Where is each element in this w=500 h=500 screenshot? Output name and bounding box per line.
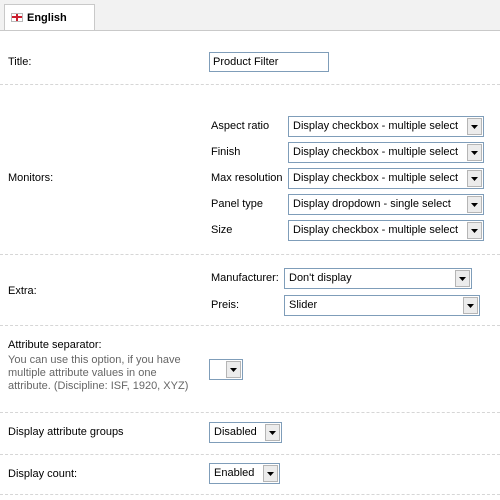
display-attribute-groups-select[interactable]: Disabled: [209, 422, 282, 443]
preis-select[interactable]: Slider: [284, 295, 480, 316]
size-select[interactable]: Display checkbox - multiple select: [288, 220, 484, 241]
divider: [0, 254, 500, 255]
finish-select[interactable]: Display checkbox - multiple select: [288, 142, 484, 163]
divider: [0, 494, 500, 495]
attribute-separator-label: Attribute separator:: [8, 339, 102, 351]
max-resolution-value: Display checkbox - multiple select: [293, 172, 459, 184]
chevron-down-icon[interactable]: [265, 424, 280, 441]
preis-label: Preis:: [211, 299, 240, 311]
aspect-ratio-select[interactable]: Display checkbox - multiple select: [288, 116, 484, 137]
size-label: Size: [211, 224, 233, 236]
divider: [0, 325, 500, 326]
panel-type-label: Panel type: [211, 198, 263, 210]
monitors-label: Monitors:: [8, 172, 54, 184]
tab-english-label: English: [27, 11, 67, 24]
chevron-down-icon[interactable]: [467, 196, 482, 213]
display-count-select[interactable]: Enabled: [209, 463, 280, 484]
size-value: Display checkbox - multiple select: [293, 224, 459, 236]
finish-value: Display checkbox - multiple select: [293, 146, 459, 158]
divider: [0, 84, 500, 85]
divider: [0, 412, 500, 413]
manufacturer-label: Manufacturer:: [211, 272, 279, 284]
english-flag-icon: [11, 13, 23, 22]
chevron-down-icon[interactable]: [467, 222, 482, 239]
preis-value: Slider: [289, 299, 318, 311]
max-resolution-select[interactable]: Display checkbox - multiple select: [288, 168, 484, 189]
panel-type-value: Display dropdown - single select: [293, 198, 451, 210]
attribute-separator-select[interactable]: [209, 359, 243, 380]
manufacturer-select[interactable]: Don't display: [284, 268, 472, 289]
aspect-ratio-label: Aspect ratio: [211, 120, 270, 132]
tab-english[interactable]: English: [4, 4, 95, 30]
chevron-down-icon[interactable]: [455, 270, 470, 287]
panel-type-select[interactable]: Display dropdown - single select: [288, 194, 484, 215]
display-count-value: Enabled: [214, 467, 255, 479]
attribute-separator-help: You can use this option, if you have mul…: [8, 354, 189, 392]
chevron-down-icon[interactable]: [226, 361, 241, 378]
aspect-ratio-value: Display checkbox - multiple select: [293, 120, 459, 132]
title-label: Title:: [8, 56, 32, 68]
chevron-down-icon[interactable]: [463, 297, 478, 314]
display-attribute-groups-value: Disabled: [214, 426, 257, 438]
display-count-label: Display count:: [8, 468, 78, 480]
chevron-down-icon[interactable]: [467, 170, 482, 187]
display-attribute-groups-label: Display attribute groups: [8, 426, 124, 438]
max-resolution-label: Max resolution: [211, 172, 283, 184]
chevron-down-icon[interactable]: [467, 118, 482, 135]
title-input[interactable]: Product Filter: [209, 52, 329, 72]
language-tab-bar: English: [0, 0, 500, 31]
divider: [0, 454, 500, 455]
chevron-down-icon[interactable]: [263, 465, 278, 482]
chevron-down-icon[interactable]: [467, 144, 482, 161]
manufacturer-value: Don't display: [289, 272, 352, 284]
finish-label: Finish: [211, 146, 241, 158]
extra-label: Extra:: [8, 285, 37, 297]
